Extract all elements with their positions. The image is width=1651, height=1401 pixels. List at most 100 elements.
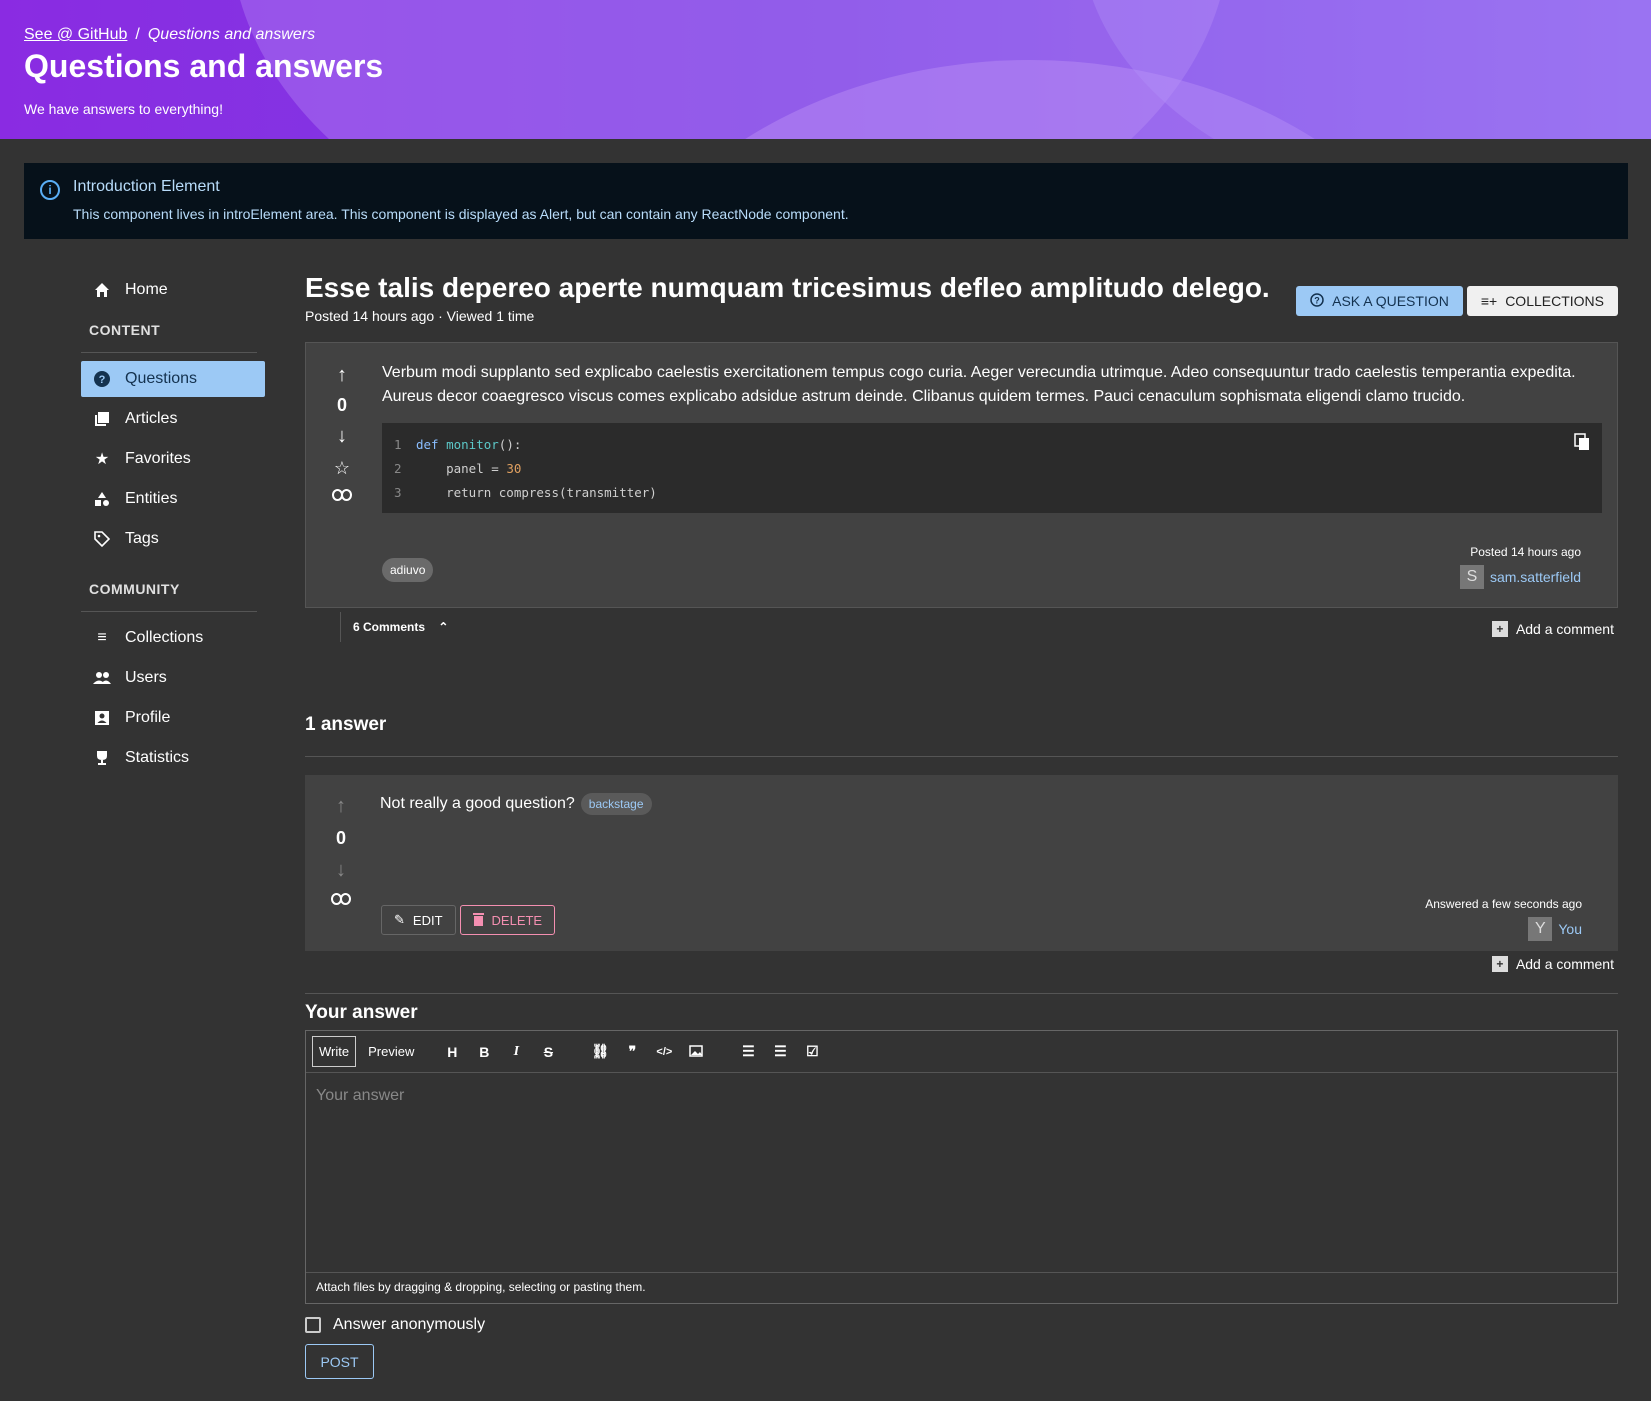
profile-icon	[93, 709, 111, 727]
delete-label: DELETE	[491, 912, 543, 928]
page-header: See @ GitHub / Questions and answers Que…	[0, 0, 1651, 139]
sidebar-item-articles[interactable]: Articles	[81, 401, 265, 437]
ask-question-button[interactable]: ? ASK A QUESTION	[1296, 286, 1463, 316]
collections-button[interactable]: ≡+ COLLECTIONS	[1466, 286, 1618, 316]
breadcrumb: See @ GitHub / Questions and answers	[24, 26, 383, 44]
edit-answer-button[interactable]: ✎ EDIT	[381, 905, 456, 935]
upvote-icon[interactable]: ↑	[327, 795, 355, 818]
link-icon[interactable]: ⛓	[586, 1043, 614, 1060]
sidebar-item-label: Statistics	[125, 749, 190, 766]
sidebar-item-label: Articles	[125, 410, 178, 427]
sidebar-item-favorites[interactable]: ★ Favorites	[81, 441, 265, 477]
upvote-icon[interactable]: ↑	[328, 365, 356, 385]
code-icon[interactable]: </>	[650, 1046, 678, 1058]
sidebar-item-questions[interactable]: ? Questions	[81, 361, 265, 397]
code-function: monitor	[446, 437, 499, 452]
tab-preview[interactable]: Preview	[360, 1037, 422, 1066]
breadcrumb-github-link[interactable]: See @ GitHub	[24, 26, 127, 44]
answer-posted-info: Answered a few seconds ago Y You	[1425, 897, 1582, 941]
link-icon[interactable]	[328, 485, 356, 506]
chevron-up-icon: ⌃	[438, 620, 449, 634]
answer-score: 0	[335, 828, 346, 848]
favorite-star-icon[interactable]: ☆	[328, 458, 356, 479]
anonymous-option[interactable]: Answer anonymously	[305, 1316, 1618, 1334]
star-icon: ★	[94, 451, 110, 468]
copy-icon[interactable]	[1574, 433, 1590, 455]
svg-text:?: ?	[99, 374, 106, 386]
anonymous-checkbox[interactable]	[305, 1317, 321, 1333]
intro-alert: i Introduction Element This component li…	[24, 163, 1628, 239]
sidebar-item-entities[interactable]: Entities	[81, 481, 265, 517]
delete-answer-button[interactable]: DELETE	[459, 905, 556, 935]
answer-card: ↑ 0 ↓ Not really a good question? backst…	[305, 775, 1618, 951]
collections-label: COLLECTIONS	[1505, 293, 1604, 309]
post-button[interactable]: POST	[305, 1344, 374, 1379]
info-icon: i	[40, 180, 60, 200]
sidebar-item-tags[interactable]: Tags	[81, 521, 265, 557]
heading-icon[interactable]: H	[438, 1044, 466, 1060]
home-icon	[93, 281, 111, 299]
code-keyword: def	[416, 437, 439, 452]
link-icon[interactable]	[327, 892, 355, 910]
sidebar-item-users[interactable]: Users	[81, 660, 265, 696]
question-tag[interactable]: adiuvo	[382, 558, 434, 582]
code-number: 30	[506, 461, 522, 476]
line-number: 2	[394, 461, 402, 476]
answer-form: Your answer Write Preview H B I S ⛓ ❞ </…	[305, 993, 1618, 1379]
sidebar-item-collections[interactable]: ≡ Collections	[81, 620, 265, 656]
downvote-icon[interactable]: ↓	[327, 859, 355, 882]
anonymous-label: Answer anonymously	[333, 1316, 486, 1333]
your-answer-heading: Your answer	[305, 1002, 418, 1023]
add-comment-button[interactable]: + Add a comment	[1491, 956, 1614, 972]
page-subtitle: We have answers to everything!	[24, 101, 223, 117]
add-comment-icon: +	[1491, 956, 1508, 972]
answer-tag[interactable]: backstage	[580, 793, 652, 815]
sidebar-item-label: Users	[125, 669, 167, 686]
italic-icon[interactable]: I	[502, 1044, 530, 1060]
answer-textarea[interactable]: Your answer	[306, 1073, 1617, 1273]
sidebar-section-content: CONTENT	[81, 322, 257, 353]
numbered-list-icon[interactable]: ☰	[766, 1043, 794, 1060]
trophy-icon	[93, 749, 111, 767]
add-comment-label: Add a comment	[1515, 956, 1614, 972]
author-link[interactable]: sam.satterfield	[1490, 569, 1581, 585]
sidebar-item-home[interactable]: Home	[81, 272, 265, 308]
sidebar-section-community: COMMUNITY	[81, 581, 257, 612]
answered-time: Answered a few seconds ago	[1425, 897, 1582, 911]
markdown-editor: Write Preview H B I S ⛓ ❞ </> ☰ ☰ ☑ Your…	[305, 1030, 1618, 1304]
bold-icon[interactable]: B	[470, 1044, 498, 1060]
quote-icon[interactable]: ❞	[618, 1043, 646, 1060]
answer-body: Not really a good question?	[380, 795, 575, 812]
question-posted-info: Posted 14 hours ago S sam.satterfield	[1459, 545, 1581, 589]
tag-icon	[93, 530, 111, 548]
sidebar-item-statistics[interactable]: Statistics	[81, 740, 265, 776]
sidebar-item-label: Favorites	[125, 450, 191, 467]
svg-text:?: ?	[1314, 295, 1320, 305]
editor-toolbar: Write Preview H B I S ⛓ ❞ </> ☰ ☰ ☑	[306, 1031, 1617, 1073]
breadcrumb-separator: /	[135, 26, 140, 43]
tab-write[interactable]: Write	[312, 1036, 357, 1067]
page-title: Questions and answers	[24, 48, 384, 84]
sidebar-item-label: Entities	[125, 490, 178, 507]
add-comment-label: Add a comment	[1515, 621, 1614, 637]
alert-text: This component lives in introElement are…	[73, 206, 849, 222]
bulleted-list-icon[interactable]: ☰	[734, 1043, 762, 1060]
users-icon	[93, 669, 111, 687]
downvote-icon[interactable]: ↓	[328, 426, 356, 446]
articles-icon	[93, 410, 111, 428]
author-link[interactable]: You	[1558, 921, 1582, 937]
attach-hint: Attach files by dragging & dropping, sel…	[316, 1280, 646, 1294]
image-icon[interactable]	[682, 1044, 710, 1060]
comments-toggle[interactable]: 6 Comments ⌃	[340, 612, 460, 642]
sidebar-item-profile[interactable]: Profile	[81, 700, 265, 736]
question-body: Verbum modi supplanto sed explicabo cael…	[382, 364, 1576, 405]
ask-question-label: ASK A QUESTION	[1332, 293, 1449, 309]
strikethrough-icon[interactable]: S	[534, 1044, 562, 1060]
sidebar-item-label: Collections	[125, 629, 204, 646]
edit-label: EDIT	[412, 912, 443, 928]
task-list-icon[interactable]: ☑	[798, 1043, 826, 1060]
add-comment-button[interactable]: + Add a comment	[1491, 621, 1614, 637]
sidebar-item-label: Tags	[125, 530, 159, 547]
trash-icon	[472, 912, 484, 929]
sidebar-item-label: Home	[125, 281, 168, 298]
